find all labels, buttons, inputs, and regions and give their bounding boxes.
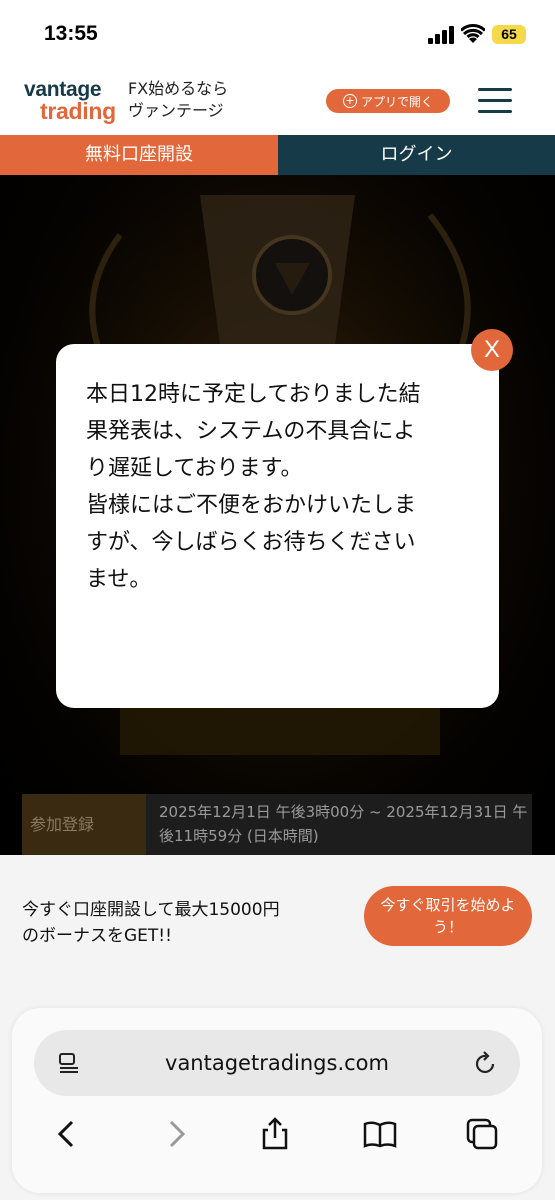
header-tagline: FX始めるなら ヴァンテージ [128, 78, 228, 122]
open-in-app-label: アプリで開く [360, 94, 433, 109]
status-bar: 13:55 65 [0, 0, 555, 70]
page-menu-icon[interactable] [58, 1052, 80, 1074]
event-info-row: 参加登録 2025年12月1日 午後3時00分 ~ 2025年12月31日 午後… [22, 794, 532, 855]
tab-login[interactable]: ログイン [278, 135, 555, 175]
tagline-line2: ヴァンテージ [128, 101, 224, 120]
address-bar[interactable]: vantagetradings.com [34, 1030, 520, 1096]
battery-icon: 65 [492, 25, 526, 44]
promo-banner: 今すぐ口座開設して最大15000円 のボーナスをGET!! 今すぐ取引を始めよう… [0, 855, 555, 1000]
hamburger-menu-icon[interactable] [478, 88, 512, 114]
modal-message: 本日12時に予定しておりました結 果発表は、システムの不具合によ り遅延しており… [86, 382, 421, 592]
bookmarks-icon[interactable] [362, 1116, 398, 1152]
cellular-signal-icon [428, 26, 454, 44]
open-in-app-button[interactable]: + アプリで開く [326, 89, 450, 113]
registration-period: 2025年12月1日 午後3時00分 ~ 2025年12月31日 午後11時59… [159, 803, 528, 845]
browser-card: vantagetradings.com [12, 1008, 542, 1193]
back-icon[interactable] [50, 1116, 86, 1152]
modal-close-button[interactable]: X [471, 329, 513, 371]
nav-tabs: 無料口座開設 ログイン [0, 135, 555, 175]
tagline-line1: FX始めるなら [128, 79, 229, 98]
start-trading-button[interactable]: 今すぐ取引を始めよう！ [364, 886, 532, 946]
plus-circle-icon: + [342, 94, 357, 108]
tab-open-account[interactable]: 無料口座開設 [0, 135, 278, 175]
reload-icon[interactable] [474, 1050, 498, 1076]
browser-toolbar: vantagetradings.com [0, 1000, 555, 1200]
tabs-icon[interactable] [464, 1116, 500, 1152]
registration-label: 参加登録 [22, 794, 146, 855]
start-trading-label: 今すぐ取引を始めよう！ [380, 896, 516, 936]
status-time: 13:55 [44, 22, 98, 45]
url-text[interactable]: vantagetradings.com [34, 1030, 520, 1096]
vantage-logo[interactable]: vantage trading [24, 78, 124, 126]
notice-modal: 本日12時に予定しておりました結 果発表は、システムの不具合によ り遅延しており… [56, 344, 499, 708]
site-header: vantage trading FX始めるなら ヴァンテージ + アプリで開く [0, 70, 555, 135]
logo-line2: trading [40, 98, 116, 124]
wifi-icon [461, 24, 485, 43]
promo-text: 今すぐ口座開設して最大15000円 のボーナスをGET!! [22, 900, 280, 946]
forward-icon[interactable] [157, 1116, 193, 1152]
share-icon[interactable] [257, 1116, 293, 1152]
